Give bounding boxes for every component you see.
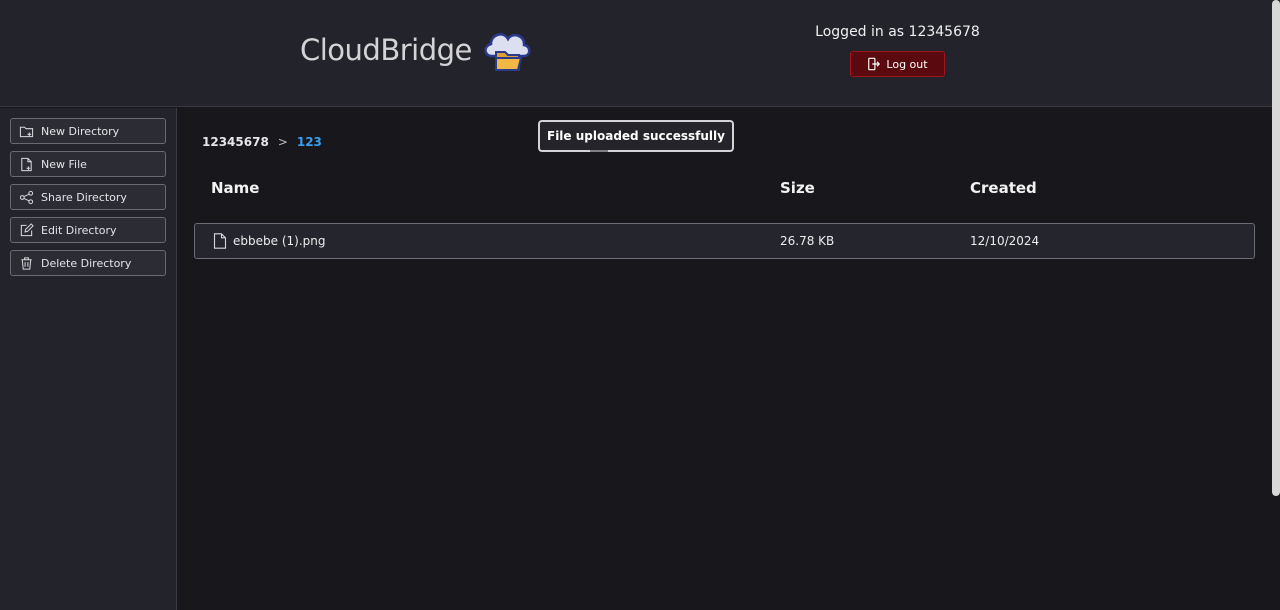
app-header: CloudBridge Logged in as 12345678 Log ou… (0, 0, 1280, 107)
edit-directory-button[interactable]: Edit Directory (10, 217, 166, 243)
toast-message: File uploaded successfully (547, 129, 725, 143)
column-header-name: Name (211, 179, 260, 197)
logout-label: Log out (886, 57, 928, 71)
file-size: 26.78 KB (780, 234, 835, 248)
new-file-button[interactable]: New File (10, 151, 166, 177)
column-header-size: Size (780, 179, 815, 197)
sidebar: New Directory New File Share Directory E… (0, 108, 177, 610)
upload-success-toast: File uploaded successfully (538, 120, 734, 152)
folder-plus-icon (19, 126, 34, 137)
breadcrumb: 12345678 > 123 (202, 135, 322, 149)
new-file-label: New File (41, 157, 87, 171)
new-directory-label: New Directory (41, 124, 120, 138)
column-header-created: Created (970, 179, 1037, 197)
delete-directory-label: Delete Directory (41, 256, 132, 270)
edit-icon (20, 222, 34, 236)
new-directory-button[interactable]: New Directory (10, 118, 166, 144)
page-scrollbar[interactable] (1272, 0, 1280, 496)
user-area: Logged in as 12345678 Log out (790, 24, 1005, 77)
file-created: 12/10/2024 (970, 234, 1040, 248)
file-icon (213, 233, 227, 249)
file-plus-icon (21, 157, 32, 171)
edit-directory-label: Edit Directory (41, 223, 117, 237)
share-icon (19, 190, 34, 204)
file-name[interactable]: ebbebe (1).png (233, 234, 325, 248)
toast-progress-bar (590, 150, 608, 152)
share-directory-button[interactable]: Share Directory (10, 184, 166, 210)
cloud-folder-icon (484, 33, 531, 71)
breadcrumb-separator: > (277, 135, 288, 149)
logout-button[interactable]: Log out (850, 51, 945, 77)
delete-directory-button[interactable]: Delete Directory (10, 250, 166, 276)
logged-in-text: Logged in as 12345678 (815, 24, 980, 40)
logout-icon (868, 57, 881, 71)
breadcrumb-current[interactable]: 123 (297, 135, 322, 149)
table-row[interactable]: ebbebe (1).png 26.78 KB 12/10/2024 (194, 223, 1255, 259)
share-directory-label: Share Directory (41, 190, 127, 204)
brand-name: CloudBridge (300, 33, 472, 67)
trash-icon (21, 256, 32, 270)
breadcrumb-root[interactable]: 12345678 (202, 135, 269, 149)
brand[interactable]: CloudBridge (300, 26, 532, 74)
